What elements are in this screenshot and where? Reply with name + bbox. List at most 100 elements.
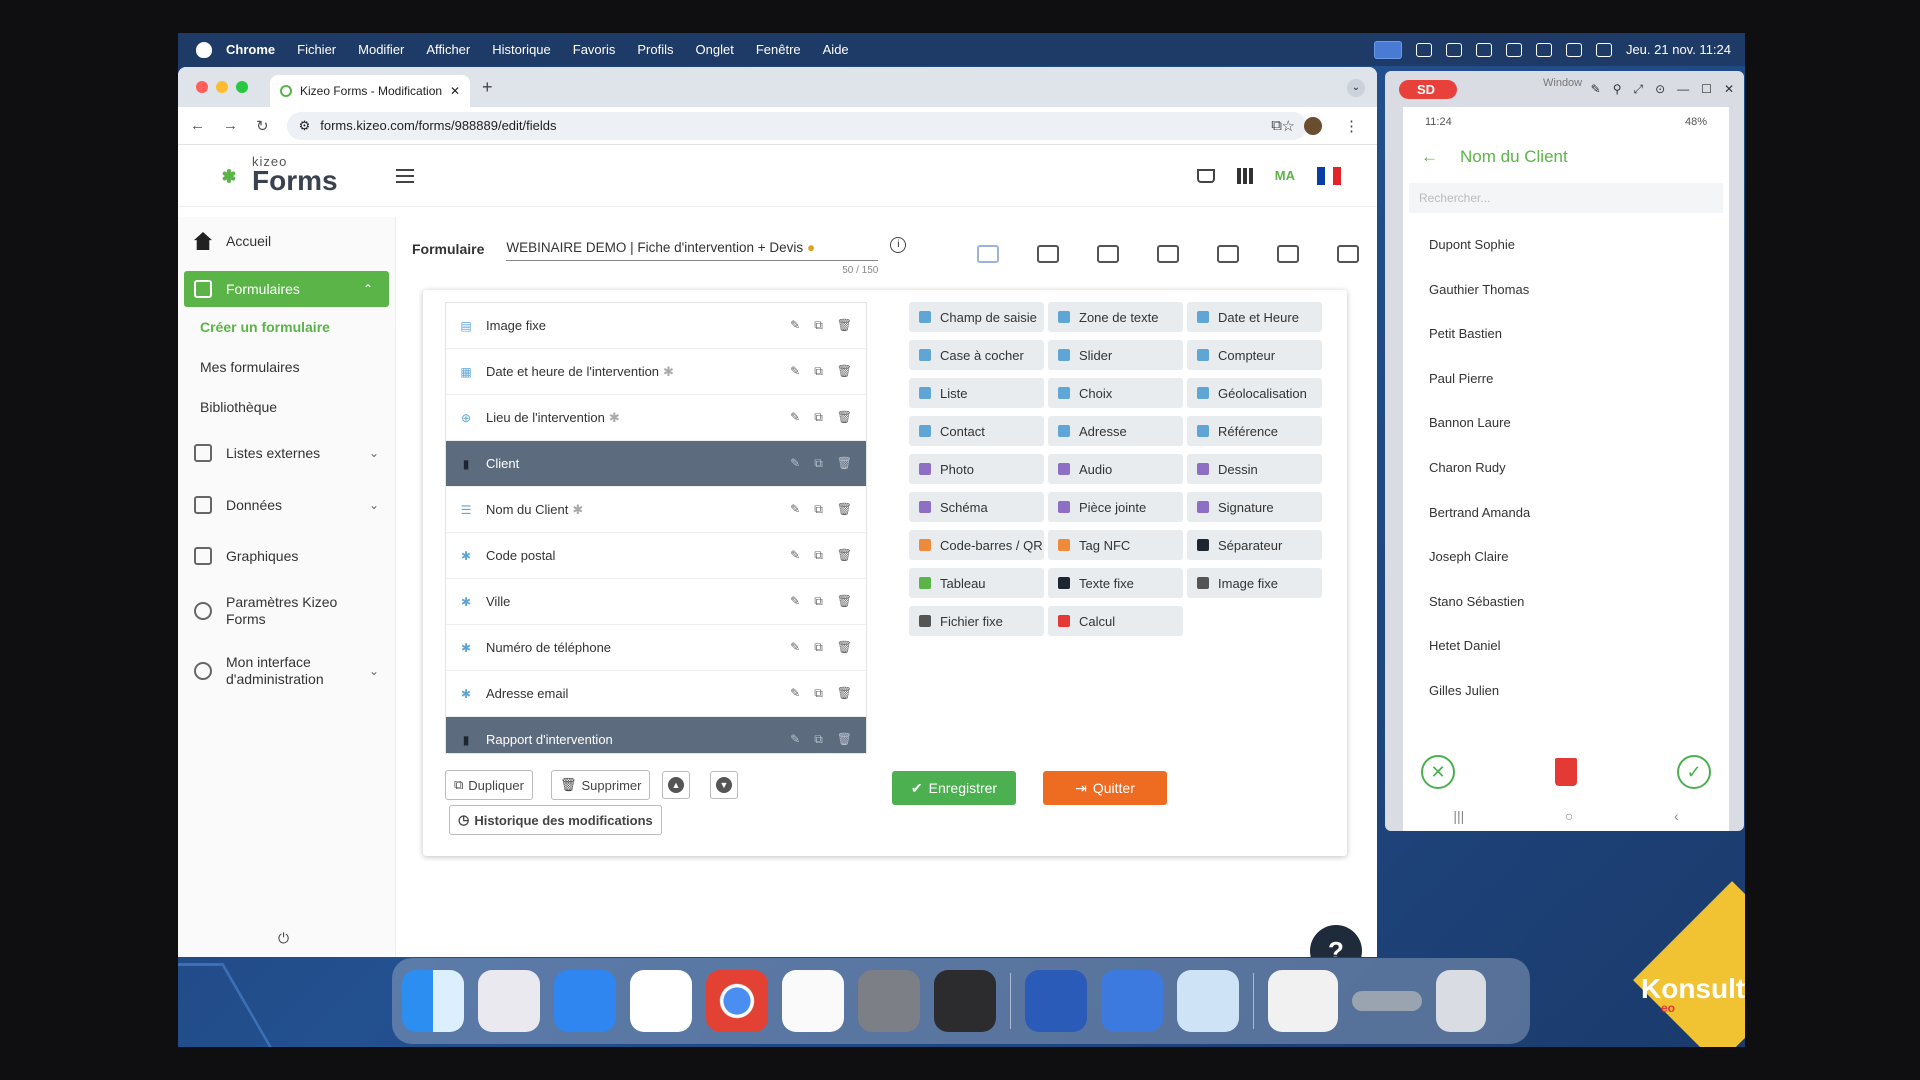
trash-icon[interactable]: 🗑 (837, 456, 852, 471)
menu-favoris[interactable]: Favoris (573, 42, 616, 57)
palette-button[interactable]: Slider (1048, 340, 1183, 370)
client-list-item[interactable]: Gilles Julien (1403, 669, 1729, 714)
nav-back-icon[interactable]: ‹ (1674, 808, 1679, 824)
resize-icon[interactable]: ⤢ (1634, 82, 1644, 97)
duplicate-icon[interactable]: ⧉ (814, 364, 823, 379)
mail-icon[interactable] (554, 970, 616, 1032)
search-icon[interactable] (1565, 42, 1582, 57)
duplicate-icon[interactable]: ⧉ (814, 502, 823, 517)
minimize-window-button[interactable] (216, 81, 228, 93)
duplicate-icon[interactable]: ⧉ (814, 640, 823, 655)
chrome-menu-icon[interactable]: ⋮ (1344, 117, 1359, 135)
profile-avatar[interactable] (1304, 116, 1322, 135)
cancel-circle-icon[interactable]: ✕ (1421, 755, 1455, 789)
trash-bin-icon[interactable] (1436, 970, 1486, 1032)
palette-button[interactable]: Fichier fixe (909, 606, 1044, 636)
screen-share-icon[interactable] (1373, 40, 1402, 59)
client-list-item[interactable]: Joseph Claire (1403, 535, 1729, 580)
basket-icon[interactable] (1196, 168, 1215, 183)
fields-list-icon[interactable] (977, 245, 999, 263)
browser-tab[interactable]: Kizeo Forms - Modification d ✕ (270, 75, 470, 107)
palette-button[interactable]: Audio (1048, 454, 1183, 484)
system-settings-icon[interactable] (858, 970, 920, 1032)
palette-button[interactable]: Géolocalisation (1187, 378, 1322, 408)
trash-icon[interactable]: 🗑 (837, 640, 852, 655)
menu-fichier[interactable]: Fichier (297, 42, 336, 57)
duplicate-icon[interactable]: ⧉ (814, 594, 823, 609)
field-row[interactable]: ☰ Nom du Client ✱ ✎ ⧉ 🗑 (446, 487, 866, 533)
trash-icon[interactable]: 🗑 (837, 594, 852, 609)
sidebar-item-parametres[interactable]: Paramètres Kizeo Forms (178, 581, 395, 641)
phone-search-input[interactable]: Rechercher... (1409, 183, 1723, 213)
menu-aide[interactable]: Aide (823, 42, 849, 57)
power-icon[interactable]: ⏻ (278, 930, 289, 947)
finder-icon[interactable] (402, 970, 464, 1032)
edit-icon[interactable]: ✎ (790, 456, 800, 471)
palette-button[interactable]: Tag NFC (1048, 530, 1183, 560)
menubar-clock[interactable]: Jeu. 21 nov. 11:24 (1626, 42, 1731, 57)
info-icon[interactable]: i (890, 237, 907, 253)
field-row[interactable]: ⊕ Lieu de l'intervention ✱ ✎ ⧉ 🗑 (446, 395, 866, 441)
sidebar-item-donnees[interactable]: Données ⌄ (178, 479, 395, 531)
field-row[interactable]: ✱ Ville ✎ ⧉ 🗑 (446, 579, 866, 625)
client-list-item[interactable]: Gauthier Thomas (1403, 268, 1729, 313)
confirm-circle-icon[interactable]: ✓ (1677, 755, 1711, 789)
field-row[interactable]: ▮ Rapport d'intervention ✎ ⧉ 🗑 (446, 717, 866, 753)
palette-button[interactable]: Code-barres / QR (909, 530, 1044, 560)
menu-fenetre[interactable]: Fenêtre (756, 42, 801, 57)
apple-icon[interactable] (196, 41, 212, 58)
sidebar-item-listes-externes[interactable]: Listes externes ⌄ (178, 427, 395, 479)
back-arrow-icon[interactable]: ← (1421, 147, 1438, 167)
trash-icon[interactable]: 🗑 (837, 686, 852, 701)
client-list-item[interactable]: Paul Pierre (1403, 357, 1729, 402)
menu-historique[interactable]: Historique (492, 42, 551, 57)
maximize-icon[interactable]: ☐ (1701, 82, 1712, 97)
palette-button[interactable]: Photo (909, 454, 1044, 484)
field-row[interactable]: ▮ Client ✎ ⧉ 🗑 (446, 441, 866, 487)
app-icon[interactable] (1177, 970, 1239, 1032)
keyboard-icon[interactable] (1475, 42, 1492, 57)
palette-button[interactable]: Séparateur (1187, 530, 1322, 560)
field-row[interactable]: ▤ Image fixe ✎ ⧉ 🗑 (446, 303, 866, 349)
menu-onglet[interactable]: Onglet (696, 42, 734, 57)
window-thumbnail[interactable] (1268, 970, 1338, 1032)
url-input[interactable]: ⚙ forms.kizeo.com/forms/988889/edit/fiel… (286, 111, 1307, 140)
palette-button[interactable]: Dessin (1187, 454, 1322, 484)
menu-profils[interactable]: Profils (637, 42, 673, 57)
sidebar-sub-my-forms[interactable]: Mes formulaires (178, 347, 395, 387)
client-list-item[interactable]: Bertrand Amanda (1403, 491, 1729, 536)
recent-apps-icon[interactable]: ||| (1453, 808, 1464, 824)
palette-button[interactable]: Zone de texte (1048, 302, 1183, 332)
duplicate-icon[interactable]: ⧉ (814, 548, 823, 563)
client-list-item[interactable]: Charon Rudy (1403, 446, 1729, 491)
client-list-item[interactable]: Dupont Sophie (1403, 223, 1729, 268)
new-tab-button[interactable]: + (482, 77, 493, 98)
status-icon[interactable] (1415, 42, 1432, 57)
extensions-icon[interactable]: ⧉ (1271, 117, 1282, 135)
menu-modifier[interactable]: Modifier (358, 42, 404, 57)
edit-icon[interactable]: ✎ (790, 410, 800, 425)
sidebar-sub-library[interactable]: Bibliothèque (178, 387, 395, 427)
palette-button[interactable]: Contact (909, 416, 1044, 446)
duplicate-icon[interactable]: ⧉ (814, 686, 823, 701)
forward-icon[interactable]: → (223, 117, 238, 134)
menu-app[interactable]: Chrome (226, 42, 275, 57)
duplicate-button[interactable]: ⧉ Dupliquer (445, 770, 533, 800)
history-button[interactable]: ◷ Historique des modifications (449, 805, 662, 835)
palette-button[interactable]: Tableau (909, 568, 1044, 598)
reminders-icon[interactable] (782, 970, 844, 1032)
edit-icon[interactable]: ✎ (790, 686, 800, 701)
duplicate-icon[interactable]: ⧉ (814, 456, 823, 471)
palette-button[interactable]: Champ de saisie (909, 302, 1044, 332)
minimize-icon[interactable]: — (1677, 82, 1689, 97)
sidebar-sub-create-form[interactable]: Créer un formulaire (178, 307, 395, 347)
word-icon[interactable] (1025, 970, 1087, 1032)
palette-button[interactable]: Adresse (1048, 416, 1183, 446)
palette-button[interactable]: Case à cocher (909, 340, 1044, 370)
back-icon[interactable]: ← (190, 117, 205, 134)
control-center-icon[interactable] (1595, 42, 1612, 57)
trash-icon[interactable]: 🗑 (837, 364, 852, 379)
status-icon[interactable] (1445, 42, 1462, 57)
user-initials[interactable]: MA (1275, 168, 1295, 183)
users-icon[interactable] (1037, 245, 1059, 263)
